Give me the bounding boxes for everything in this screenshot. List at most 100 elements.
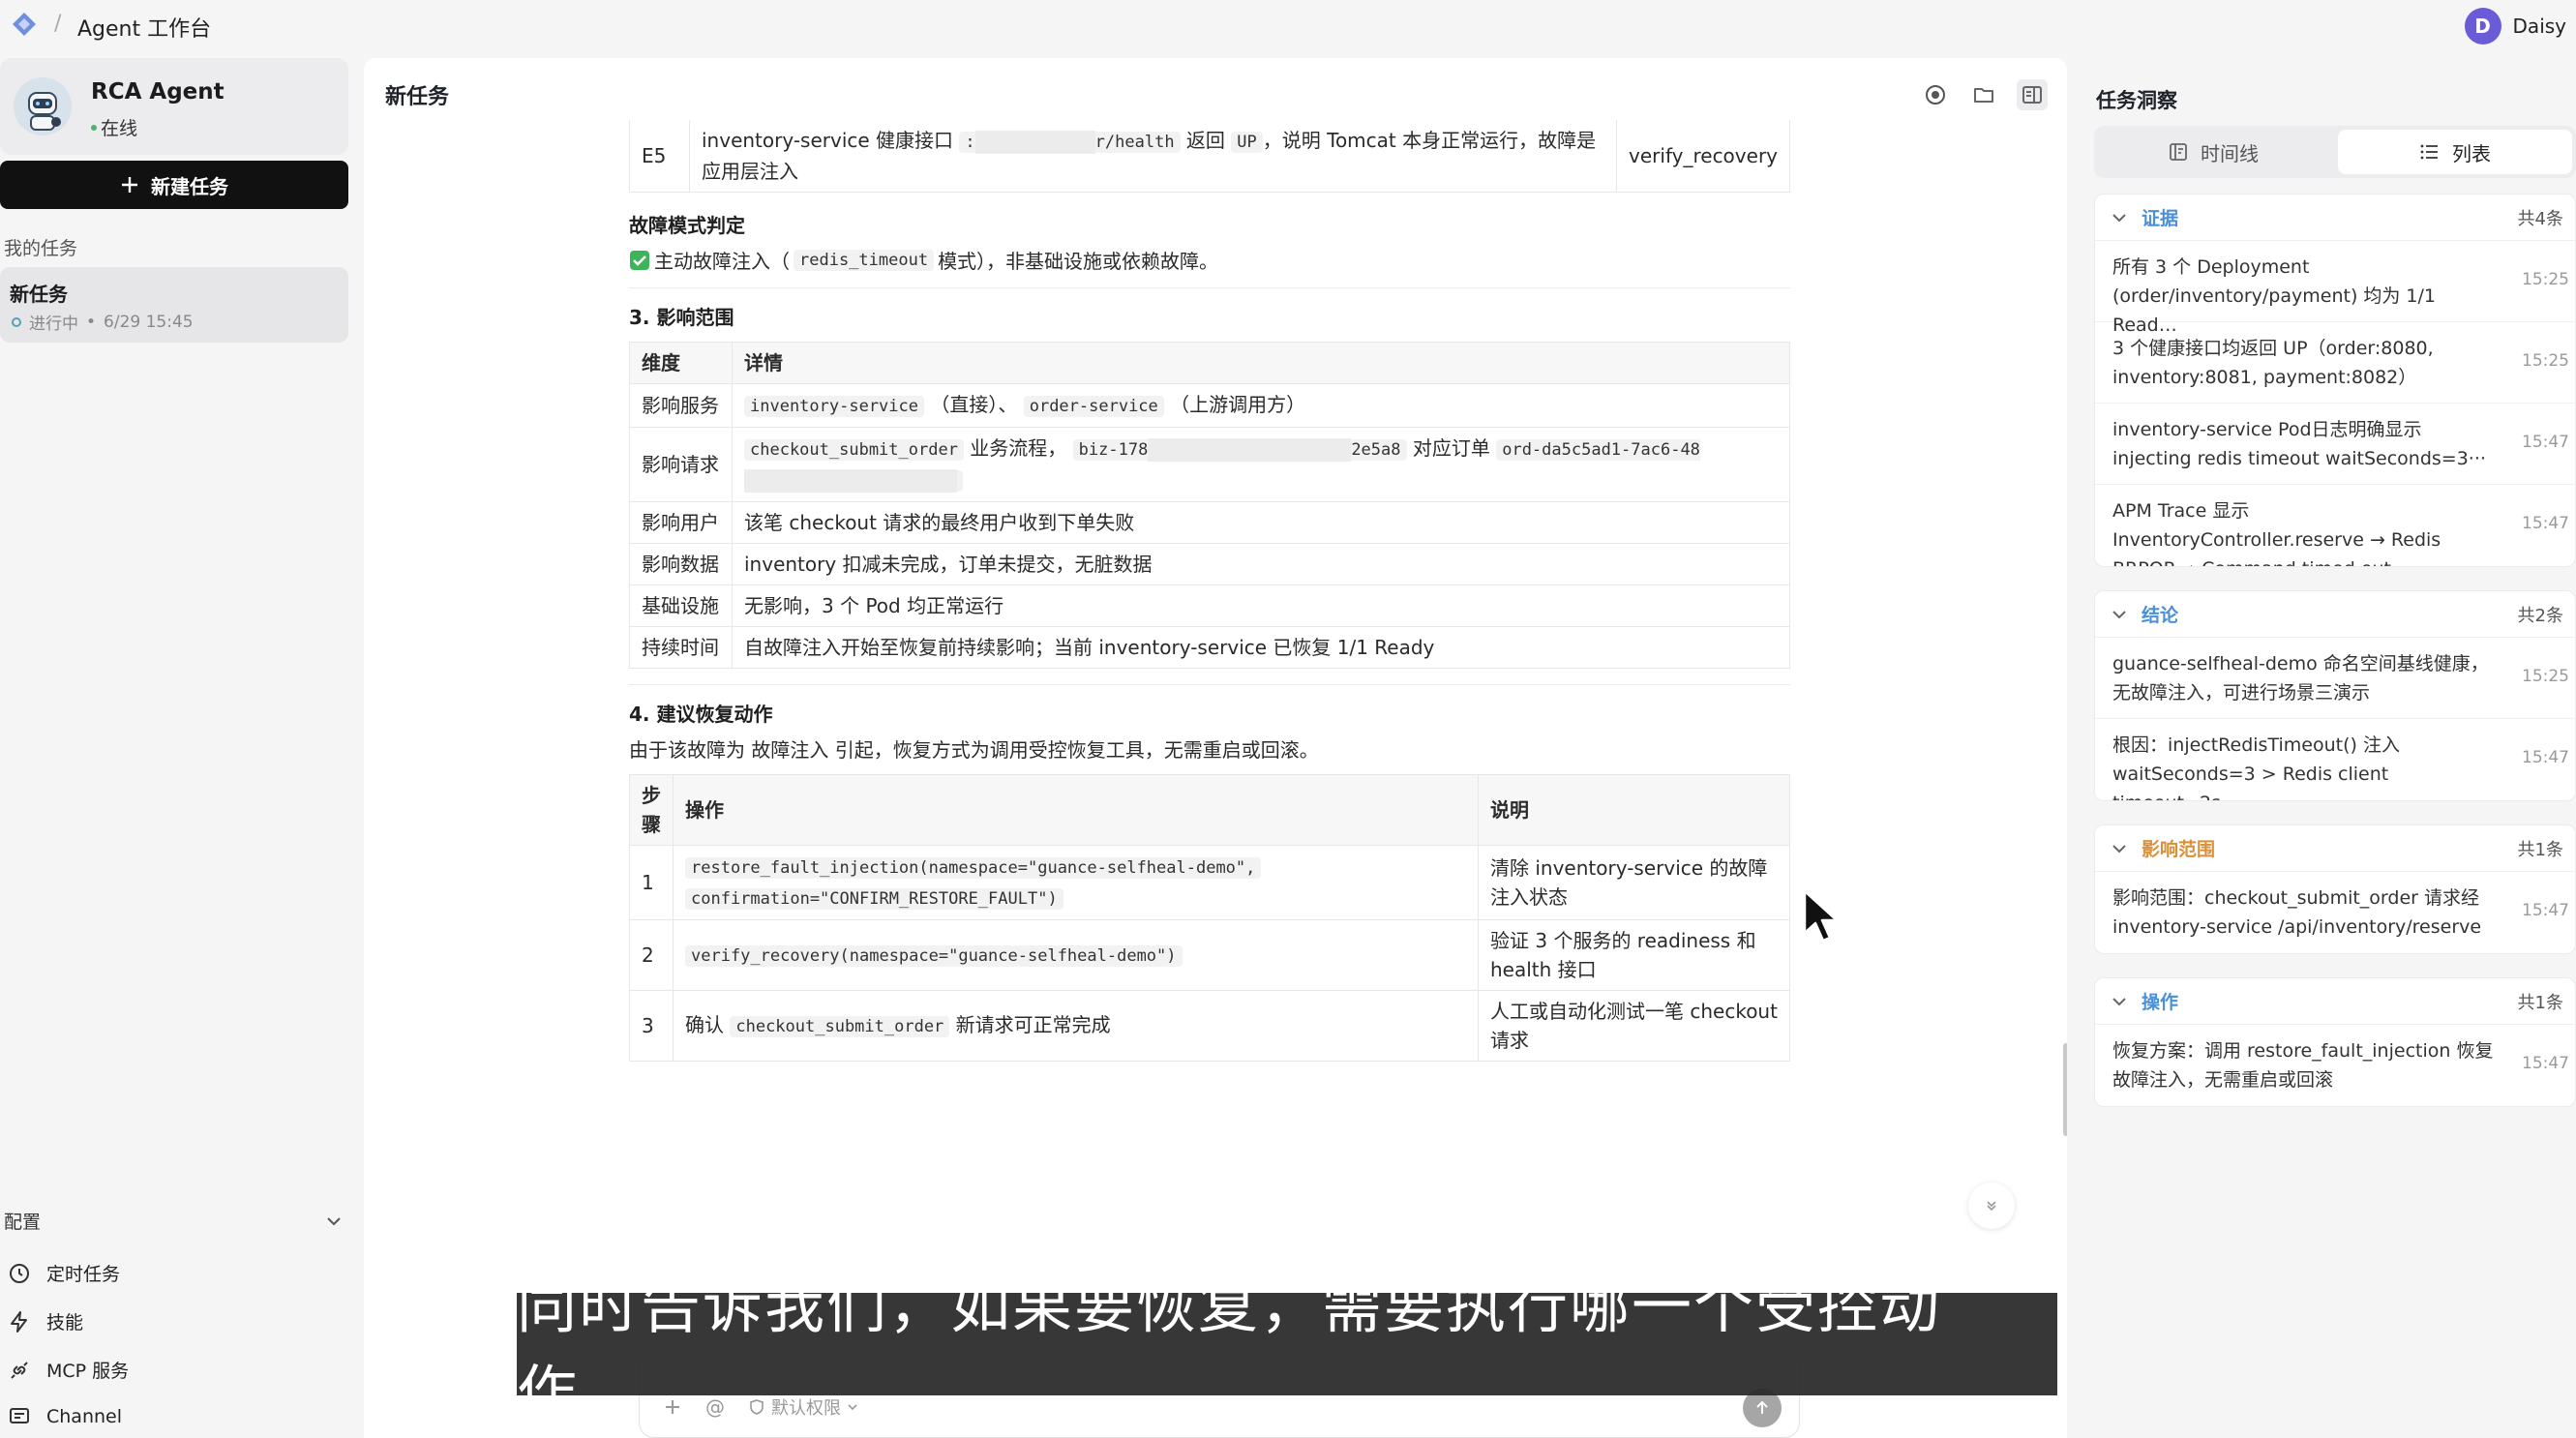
list-item[interactable]: 3 个健康接口均返回 UP（order:8080, inventory:8081… <box>2095 322 2575 404</box>
task-insight-panel: 任务洞察 时间线 列表 证据 共4条 所有 3 个 Deployment (or… <box>2081 58 2576 1438</box>
group-header[interactable]: 操作 共1条 <box>2095 978 2575 1025</box>
sidebar-item-scheduled-tasks[interactable]: 定时任务 <box>8 1260 120 1286</box>
user-menu[interactable]: D Daisy <box>2464 8 2566 45</box>
app-title: Agent 工作台 <box>77 17 212 42</box>
cell-text: inventory-service 健康接口 <box>702 129 954 152</box>
item-text: 根因：injectRedisTimeout() 注入 waitSeconds=3… <box>2112 734 2400 800</box>
sidebar-item-skills[interactable]: 技能 <box>8 1308 83 1334</box>
table-cell: inventory-service 健康接口 : r/health 返回 UP ，说… <box>689 120 1618 193</box>
table-header-row: 步骤 操作 说明 <box>629 774 1790 846</box>
agent-avatar <box>14 77 72 135</box>
list-item[interactable]: 恢复方案：调用 restore_fault_injection 恢复故障注入，无… <box>2095 1025 2575 1106</box>
list-item[interactable]: inventory-service Pod日志明确显示 injecting re… <box>2095 404 2575 485</box>
table-cell: 持续时间 <box>629 626 733 669</box>
task-title: 新任务 <box>10 283 68 306</box>
folder-button[interactable] <box>1968 79 1999 110</box>
scroll-to-bottom-button[interactable] <box>1968 1183 2015 1229</box>
tab-list[interactable]: 列表 <box>2338 130 2572 174</box>
group-name: 证据 <box>2142 208 2179 229</box>
folder-icon <box>1974 88 1993 103</box>
insight-group-impact: 影响范围 共1条 影响范围：checkout_submit_order 请求经 … <box>2094 824 2576 954</box>
chevron-down-icon <box>2112 213 2126 222</box>
group-name: 操作 <box>2142 992 2179 1013</box>
redacted-block <box>744 469 957 493</box>
chevron-down-icon <box>327 1216 341 1225</box>
group-header[interactable]: 结论 共2条 <box>2095 591 2575 638</box>
sidebar-panel-icon <box>2022 86 2042 104</box>
code-text: biz-178 <box>1078 440 1149 460</box>
list-item[interactable]: 所有 3 个 Deployment (order/inventory/payme… <box>2095 241 2575 336</box>
list-icon <box>2420 144 2438 160</box>
task-status: 进行中 <box>29 315 78 334</box>
table-cell: 3 <box>629 990 674 1062</box>
plus-icon <box>122 177 137 193</box>
chevron-down-icon <box>2112 844 2126 853</box>
table-row: 影响数据 inventory 扣减未完成，订单未提交，无脏数据 <box>629 543 1790 585</box>
item-time: 15:47 <box>2522 748 2569 767</box>
inline-code: redis_timeout <box>794 249 935 271</box>
redacted-block <box>1148 438 1352 462</box>
code-text: ord-da5c5ad1-7ac6-48 <box>1502 440 1700 460</box>
table-row: 影响服务 inventory-service （直接）、 order-servi… <box>629 383 1790 428</box>
list-item[interactable]: guance-selfheal-demo 命名空间基线健康，无故障注入，可进行场… <box>2095 638 2575 719</box>
group-name: 结论 <box>2142 605 2179 626</box>
column-header: 维度 <box>629 342 733 384</box>
inline-code: confirmation="CONFIRM_RESTORE_FAULT") <box>685 888 1063 910</box>
table-cell: 基础设施 <box>629 584 733 627</box>
group-count: 共4条 <box>2517 208 2563 229</box>
table-cell: 自故障注入开始至恢复前持续影响；当前 inventory-service 已恢复… <box>732 626 1790 669</box>
app-logo-icon[interactable] <box>8 10 41 43</box>
inline-code: restore_fault_injection(namespace="guanc… <box>685 857 1262 879</box>
double-chevron-down-icon <box>1987 1201 1996 1212</box>
sidebar-item-channel[interactable]: Channel <box>8 1405 122 1428</box>
column-header: 详情 <box>732 342 1790 384</box>
fault-mode-text: 主动故障注入（ <box>654 250 790 273</box>
user-name: Daisy <box>2512 15 2566 38</box>
view-switcher: 时间线 列表 <box>2094 126 2576 178</box>
recovery-table: 步骤 操作 说明 1 restore_fault_injection(names… <box>629 774 1790 1062</box>
list-item[interactable]: 根因：injectRedisTimeout() 注入 waitSeconds=3… <box>2095 719 2575 800</box>
table-row: 影响请求 checkout_submit_order 业务流程， biz-178… <box>629 427 1790 502</box>
item-text: APM Trace 显示 InventoryController.reserve… <box>2112 500 2441 566</box>
task-time: 6/29 15:45 <box>104 312 194 332</box>
inline-code: biz-178 2e5a8 <box>1072 438 1407 462</box>
column-header: 操作 <box>673 774 1479 846</box>
inline-code: order-service <box>1023 396 1164 417</box>
inline-code: checkout_submit_order <box>744 439 964 461</box>
tab-timeline[interactable]: 时间线 <box>2098 130 2328 174</box>
sidebar-item-label: MCP 服务 <box>46 1361 130 1382</box>
new-task-button[interactable]: 新建任务 <box>0 161 348 209</box>
redacted-block <box>974 131 1095 154</box>
sidebar-item-mcp[interactable]: MCP 服务 <box>8 1357 129 1383</box>
sidebar-item-label: 定时任务 <box>46 1264 121 1285</box>
impact-table: 维度 详情 影响服务 inventory-service （直接）、 order… <box>629 342 1790 669</box>
table-cell: inventory-service （直接）、 order-service （上… <box>732 383 1790 428</box>
config-toggle[interactable]: 配置 <box>4 1208 343 1234</box>
fault-mode-paragraph: 主动故障注入（ redis_timeout 模式），非基础设施或依赖故障。 <box>629 246 1790 274</box>
list-item[interactable]: APM Trace 显示 InventoryController.reserve… <box>2095 485 2575 566</box>
insight-title: 任务洞察 <box>2096 89 2177 112</box>
group-header[interactable]: 证据 共4条 <box>2095 195 2575 241</box>
toggle-insight-panel-button[interactable] <box>2017 79 2048 110</box>
item-time: 15:47 <box>2522 433 2569 452</box>
table-cell: 影响用户 <box>629 501 733 544</box>
table-cell: 影响数据 <box>629 543 733 585</box>
item-text: 影响范围：checkout_submit_order 请求经 inventory… <box>2112 887 2482 953</box>
chevron-down-icon <box>2112 997 2126 1005</box>
checkmark-icon <box>630 250 649 270</box>
scrollbar-thumb[interactable] <box>2063 1043 2067 1136</box>
task-list-item[interactable]: 新任务 进行中 • 6/29 15:45 <box>0 267 348 343</box>
list-item[interactable]: 影响范围：checkout_submit_order 请求经 inventory… <box>2095 872 2575 953</box>
impact-heading: 3. 影响范围 <box>629 306 734 329</box>
user-avatar[interactable]: D <box>2464 8 2501 45</box>
item-time: 15:25 <box>2522 270 2569 289</box>
breadcrumb-separator: / <box>54 12 62 36</box>
group-header[interactable]: 影响范围 共1条 <box>2095 825 2575 872</box>
code-text: r/health <box>1094 133 1175 152</box>
recovery-heading: 4. 建议恢复动作 <box>629 703 773 726</box>
agent-card[interactable]: RCA Agent 在线 <box>0 58 348 155</box>
group-count: 共1条 <box>2517 839 2563 860</box>
insight-group-evidence: 证据 共4条 所有 3 个 Deployment (order/inventor… <box>2094 194 2576 567</box>
table-row: 1 restore_fault_injection(namespace="gua… <box>629 845 1790 920</box>
record-button[interactable] <box>1920 79 1951 110</box>
